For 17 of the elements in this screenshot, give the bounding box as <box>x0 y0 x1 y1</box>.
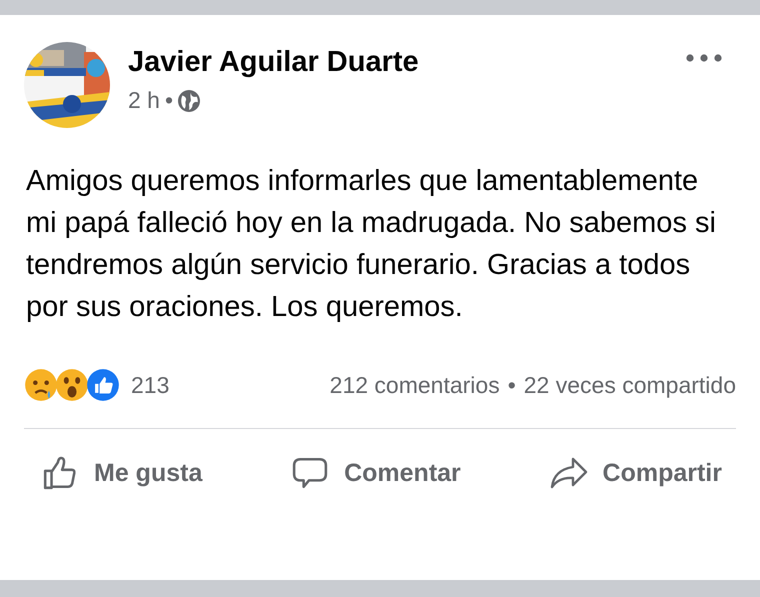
surprised-face-icon <box>55 368 89 402</box>
separator-dot: • <box>164 87 174 114</box>
reaction-count[interactable]: 213 <box>131 372 170 398</box>
sad-face-icon <box>24 368 58 402</box>
separator-dot: • <box>508 372 516 398</box>
post-time[interactable]: 2 h <box>128 87 160 114</box>
share-count[interactable]: 22 veces compartido <box>524 372 736 398</box>
comment-count[interactable]: 212 comentarios <box>330 372 500 398</box>
like-button[interactable]: Me gusta <box>40 455 202 491</box>
author-name[interactable]: Javier Aguilar Duarte <box>128 46 419 79</box>
globe-icon <box>178 90 200 112</box>
more-options-icon[interactable] <box>686 54 722 62</box>
comment-button[interactable]: Comentar <box>290 455 461 491</box>
share-arrow-icon <box>548 455 589 491</box>
thumbs-up-icon <box>86 368 120 402</box>
post-text: Amigos queremos informarles que lamentablemente mi papá falleció hoy en la madrugada. No sabemos si tendremos algún servicio funerario. Gracias a todos por sus oraciones. Los queremos. <box>26 164 717 325</box>
share-button[interactable]: Compartir <box>548 455 722 491</box>
